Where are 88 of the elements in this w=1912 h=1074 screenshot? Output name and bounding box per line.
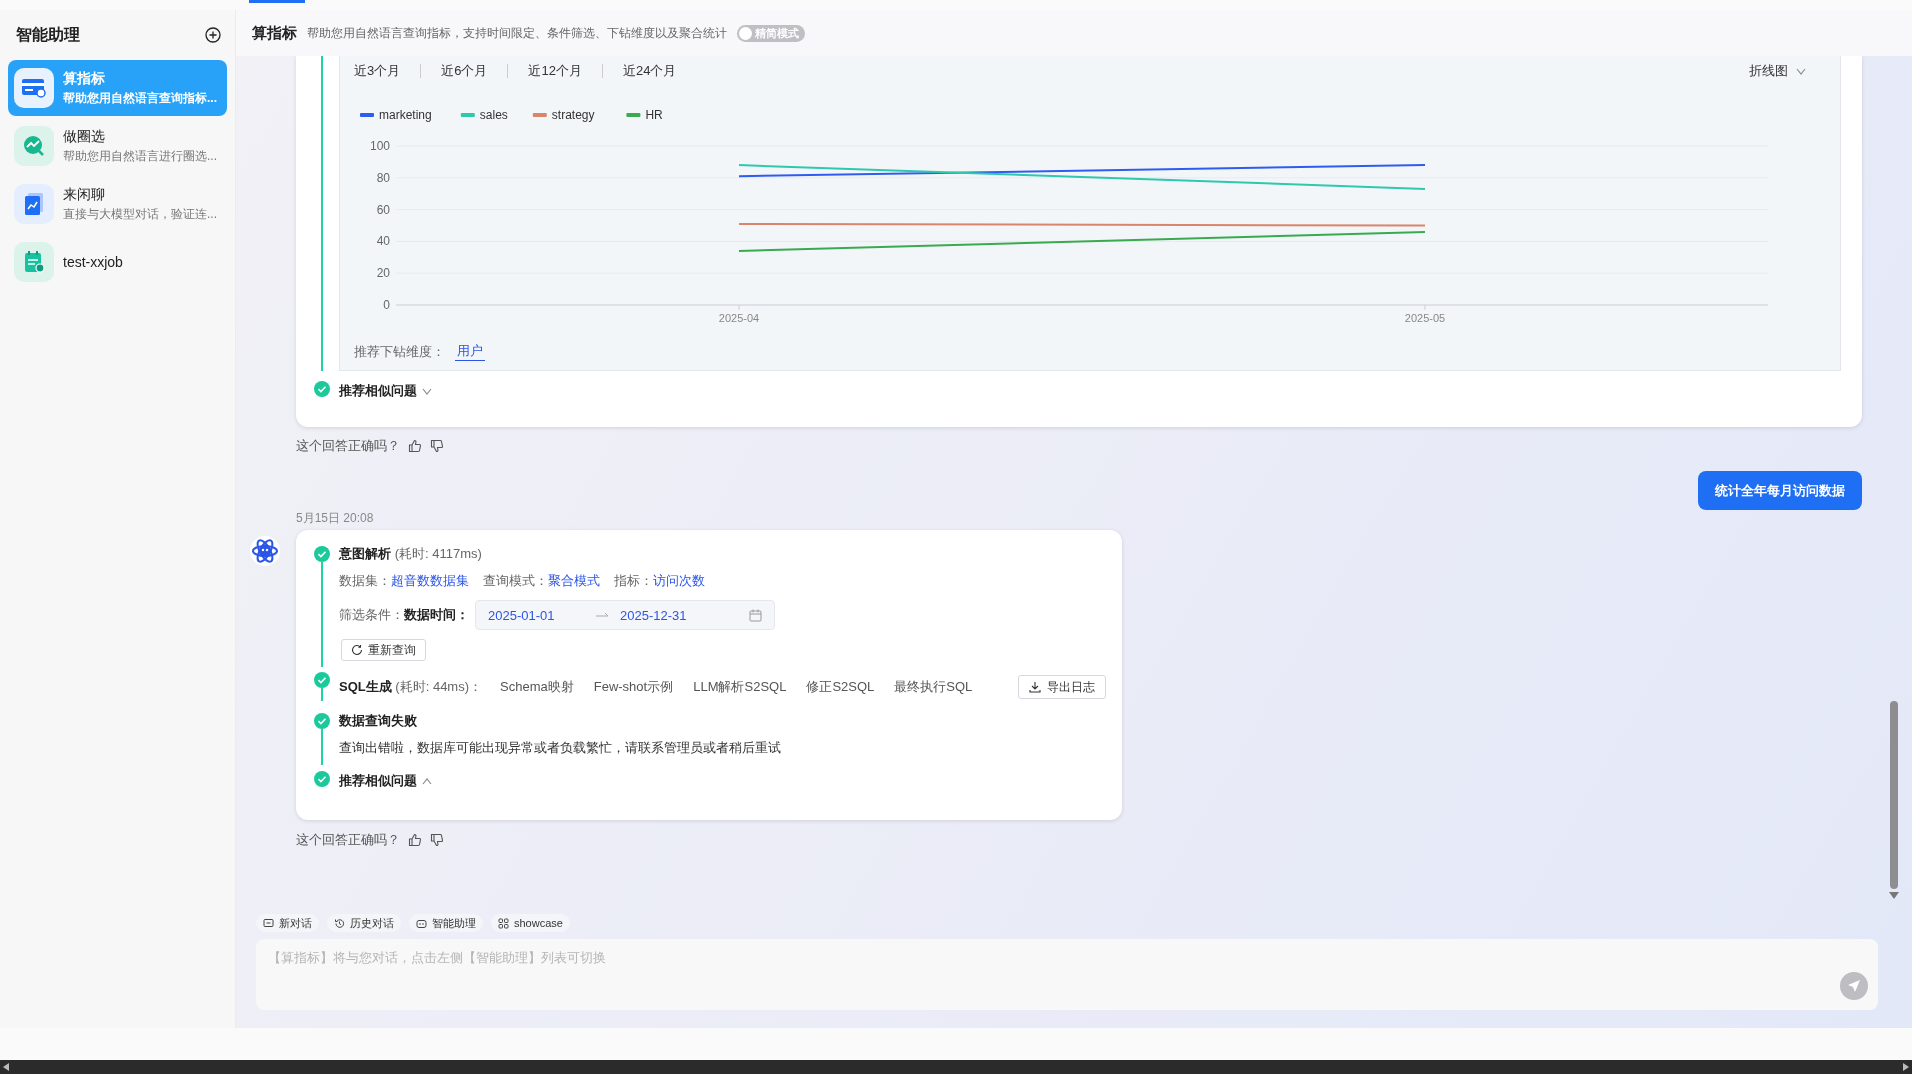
sql-tab[interactable]: 修正S2SQL: [796, 678, 885, 696]
toolbar-button[interactable]: 智能助理: [409, 914, 483, 932]
scroll-left-icon[interactable]: [3, 1063, 9, 1071]
assistant-item[interactable]: 做圈选 帮助您用自然语言进行圈选...: [8, 118, 227, 174]
toolbar-button[interactable]: 新对话: [256, 914, 319, 932]
similar-questions-toggle[interactable]: 推荐相似问题: [339, 382, 432, 400]
y-axis-label: 20: [376, 266, 390, 281]
assistant-name: 做圈选: [63, 127, 106, 146]
message-time: 5月15日 20:08: [296, 510, 375, 526]
filter-field-label: 数据时间：: [404, 606, 469, 624]
legend-label[interactable]: marketing: [379, 108, 432, 122]
requery-button[interactable]: 重新查询: [341, 639, 426, 661]
drill-down-link[interactable]: 用户: [455, 342, 485, 361]
y-axis-label: 80: [376, 170, 390, 185]
assistant-name: 来闲聊: [63, 185, 106, 204]
legend-label[interactable]: strategy: [551, 108, 595, 122]
assistant-item[interactable]: 来闲聊 直接与大模型对话，验证连...: [8, 176, 227, 232]
scroll-down-icon[interactable]: [1889, 892, 1899, 899]
similar-questions-toggle[interactable]: 推荐相似问题: [339, 772, 432, 790]
chat-bubble-icon: [263, 917, 274, 929]
bot-avatar-icon: [251, 537, 279, 565]
y-axis-label: 100: [369, 139, 390, 153]
legend-label[interactable]: HR: [645, 108, 663, 122]
chevron-down-icon: [1796, 67, 1806, 75]
page-description: 帮助您用自然语言查询指标，支持时间限定、条件筛选、下钻维度以及聚合统计: [307, 24, 727, 42]
sql-tab[interactable]: Schema映射: [490, 678, 584, 696]
filter-label: 筛选条件：: [339, 606, 404, 624]
time-range-option[interactable]: 近24个月: [602, 62, 697, 80]
active-tab-indicator: [249, 0, 305, 3]
user-message-bubble: 统计全年每月访问数据: [1698, 471, 1862, 510]
y-axis-label: 40: [376, 234, 390, 249]
report-chart-icon: [23, 192, 45, 216]
page-title: 算指标: [252, 23, 297, 43]
chevron-up-icon: [422, 777, 432, 785]
trend-circle-icon: [22, 134, 46, 158]
feedback-question: 这个回答正确吗？: [296, 831, 400, 849]
x-axis-label: 2025-04: [718, 312, 760, 324]
sql-tab[interactable]: 最终执行SQL: [884, 678, 983, 696]
assistant-name: 算指标: [63, 69, 106, 88]
scrollbar-thumb[interactable]: [1890, 701, 1898, 889]
thumbs-up-icon[interactable]: [408, 833, 422, 847]
toolbar-button[interactable]: showcase: [491, 914, 570, 932]
error-message: 查询出错啦，数据库可能出现异常或者负载繁忙，请联系管理员或者稍后重试: [339, 739, 782, 757]
assistant-description: 帮助您用自然语言进行圈选...: [63, 147, 217, 165]
assistant-name: test-xxjob: [63, 254, 123, 270]
step-title: 意图解析 (耗时: 4117ms): [339, 545, 482, 563]
chart-type-dropdown[interactable]: 折线图: [1743, 61, 1812, 81]
message-input[interactable]: 【算指标】将与您对话，点击左侧【智能助理】列表可切换: [256, 939, 1878, 1010]
feedback-question: 这个回答正确吗？: [296, 437, 400, 455]
time-range-option[interactable]: 近3个月: [354, 62, 421, 80]
thumbs-down-icon[interactable]: [430, 439, 444, 453]
time-range-option[interactable]: 近12个月: [508, 62, 602, 80]
step-title: 数据查询失败: [339, 712, 417, 730]
date-range-field[interactable]: 2025-01-01 2025-12-31: [475, 600, 775, 630]
drill-down-label: 推荐下钻维度：: [354, 342, 445, 361]
assistant-description: 帮助您用自然语言查询指标...: [63, 89, 217, 107]
grid-icon: [498, 917, 509, 929]
x-axis-label: 2025-05: [1404, 312, 1446, 324]
legend-label[interactable]: sales: [479, 108, 508, 122]
export-log-button[interactable]: 导出日志: [1018, 675, 1106, 699]
y-axis-label: 0: [383, 298, 390, 312]
query-field: 数据集：超音数数据集: [339, 572, 469, 590]
robot-icon: [416, 917, 427, 929]
step-title: SQL生成 (耗时: 44ms)：: [339, 678, 483, 696]
time-range-option[interactable]: 近6个月: [421, 62, 508, 80]
y-axis-label: 60: [376, 202, 390, 217]
calendar-icon: [749, 608, 762, 622]
assistant-description: 直接与大模型对话，验证连...: [63, 205, 217, 223]
assistant-item[interactable]: test-xxjob: [8, 234, 227, 290]
scroll-right-icon[interactable]: [1903, 1063, 1909, 1071]
chevron-down-icon: [422, 387, 432, 395]
sidebar-title: 智能助理: [16, 24, 80, 45]
notepad-icon: [23, 250, 45, 274]
query-field: 指标：访问次数: [614, 572, 705, 590]
history-icon: [334, 917, 345, 929]
thumbs-up-icon[interactable]: [408, 439, 422, 453]
query-field: 查询模式：聚合模式: [483, 572, 600, 590]
sql-tab[interactable]: LLM解析S2SQL: [683, 678, 797, 696]
download-icon: [1029, 681, 1041, 693]
toolbar-button[interactable]: 历史对话: [327, 914, 401, 932]
check-circle-icon: [314, 381, 330, 397]
add-icon[interactable]: [205, 27, 221, 43]
thumbs-down-icon[interactable]: [430, 833, 444, 847]
arrow-right-icon: [596, 611, 610, 619]
card-icon: [21, 77, 47, 99]
check-circle-icon: [314, 771, 330, 787]
refresh-icon: [351, 644, 363, 656]
sql-tab[interactable]: Few-shot示例: [583, 678, 684, 696]
